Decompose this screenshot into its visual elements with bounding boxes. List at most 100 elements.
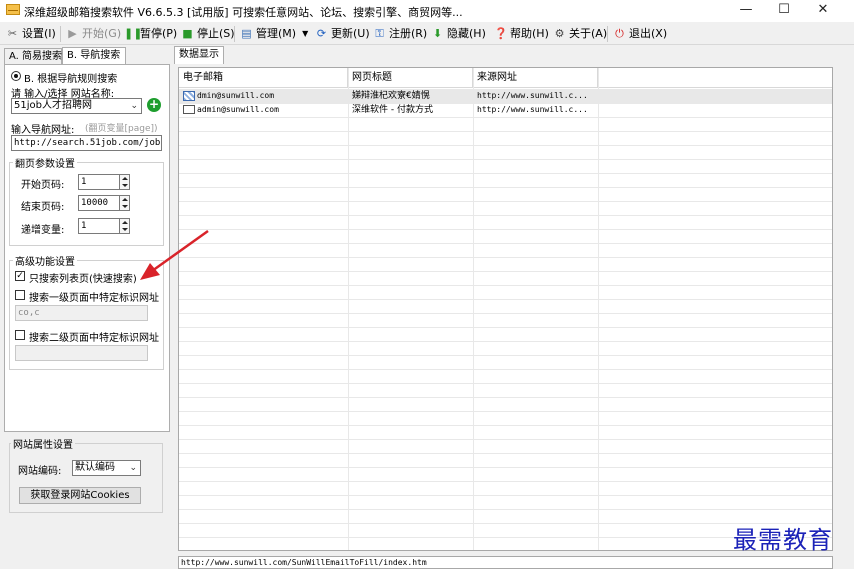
- toolbar-separator: [60, 26, 61, 42]
- row-divider: [179, 117, 832, 118]
- row-divider: [179, 439, 832, 440]
- level1-checkbox[interactable]: [15, 290, 25, 300]
- wrench-icon: ✂: [7, 27, 18, 40]
- toolbar: ✂ 设置(I) ▶ 开始(G) ❚❚ 暂停(P) ■ 停止(S) ▤ 管理(M) ▼ ⟳ 更…: [0, 22, 854, 45]
- level2-label: 搜索二级页面中特定标识网址: [29, 333, 159, 344]
- row-divider: [179, 257, 832, 258]
- advanced-group-title: 高级功能设置: [13, 253, 77, 268]
- stop-icon: ■: [182, 27, 193, 40]
- help-icon: ❓: [494, 27, 508, 40]
- nav-url-input[interactable]: http://search.51job.com/jobse: [11, 135, 162, 151]
- refresh-icon: ⟳: [316, 27, 327, 40]
- tab-data-display[interactable]: 数据显示: [174, 46, 224, 64]
- level2-input[interactable]: [15, 345, 148, 361]
- row-divider: [179, 131, 832, 132]
- play-icon: ▶: [68, 27, 77, 40]
- site-name-select[interactable]: 51job人才招聘网 ⌄: [11, 98, 142, 114]
- maximize-button[interactable]: ☐: [766, 0, 802, 22]
- close-button[interactable]: ✕: [805, 0, 841, 22]
- row-divider: [179, 173, 832, 174]
- title-cell: 娣辩淮杞欢寮€婧愰: [352, 91, 430, 101]
- tab-simple-search[interactable]: A. 简易搜索: [4, 48, 62, 65]
- row-divider: [179, 243, 832, 244]
- about-button[interactable]: ⚙ 关于(A): [553, 25, 608, 42]
- row-divider: [179, 327, 832, 328]
- site-props-group-title: 网站属性设置: [11, 436, 75, 451]
- email-cell: admin@sunwill.com: [179, 103, 348, 117]
- row-divider: [179, 145, 832, 146]
- increment-label: 递增变量:: [21, 225, 65, 236]
- list-only-checkbox[interactable]: ✓: [15, 271, 25, 281]
- minimize-button[interactable]: —: [728, 0, 764, 22]
- row-divider: [179, 411, 832, 412]
- paging-group-title: 翻页参数设置: [13, 155, 77, 170]
- nav-url-hint: (翻页变量[page]): [85, 124, 158, 134]
- title-cell: 深维软件 - 付款方式: [352, 105, 433, 115]
- start-page-label: 开始页码:: [21, 180, 65, 191]
- column-header-email[interactable]: 电子邮箱: [179, 68, 348, 88]
- row-divider: [179, 355, 832, 356]
- watermark-text: 最需教育: [733, 526, 833, 554]
- dropdown-arrow-icon: ▼: [302, 29, 309, 38]
- exit-icon: ⏻: [615, 27, 624, 40]
- start-button[interactable]: ▶ 开始(G): [66, 25, 121, 42]
- toolbar-separator: [607, 26, 608, 42]
- table-row[interactable]: admin@sunwill.com 深维软件 - 付款方式 http://www…: [179, 103, 832, 117]
- end-page-label: 结束页码:: [21, 202, 65, 213]
- manage-button[interactable]: ▤ 管理(M) ▼: [240, 25, 308, 42]
- hide-button[interactable]: ⬇ 隐藏(H): [431, 25, 486, 42]
- row-divider: [179, 285, 832, 286]
- list-only-label: 只搜索列表页(快速搜索): [29, 274, 137, 285]
- update-button[interactable]: ⟳ 更新(U): [315, 25, 370, 42]
- exit-button[interactable]: ⏻ 退出(X): [613, 25, 667, 42]
- gear-icon: ⚙: [554, 27, 565, 40]
- mail-icon: [183, 105, 195, 114]
- row-divider: [179, 495, 832, 496]
- arrow-shaft: [151, 229, 209, 273]
- pause-button[interactable]: ❚❚ 暂停(P): [124, 25, 177, 42]
- email-cell: dmin@sunwill.com: [179, 89, 348, 103]
- document-icon: ▤: [241, 27, 252, 40]
- register-button[interactable]: ⚿ 注册(R): [373, 25, 427, 42]
- row-divider: [179, 509, 832, 510]
- row-divider: [179, 383, 832, 384]
- selected-mail-icon: [183, 90, 195, 101]
- title-bar: 深维超级邮箱搜索软件 V6.6.5.3 [试用版] 可搜索任意网站、论坛、搜索引…: [0, 0, 854, 22]
- table-row[interactable]: dmin@sunwill.com 娣辩淮杞欢寮€婧愰 http://www.su…: [179, 89, 832, 103]
- end-page-stepper[interactable]: [119, 195, 130, 211]
- url-cell: http://www.sunwill.c...: [477, 105, 588, 114]
- level1-input[interactable]: co,c: [15, 305, 148, 321]
- toolbar-separator: [234, 26, 235, 42]
- level1-label: 搜索一级页面中特定标识网址: [29, 293, 159, 304]
- row-divider: [179, 397, 832, 398]
- row-divider: [179, 229, 832, 230]
- start-page-stepper[interactable]: [119, 174, 130, 190]
- column-header-url[interactable]: 来源网址: [473, 68, 598, 88]
- row-divider: [179, 159, 832, 160]
- row-divider: [179, 369, 832, 370]
- get-cookies-button[interactable]: 获取登录网站Cookies: [19, 487, 141, 504]
- app-icon: [6, 4, 20, 15]
- column-divider: [348, 68, 349, 550]
- settings-button[interactable]: ✂ 设置(I): [6, 25, 56, 42]
- encoding-select[interactable]: 默认编码 ⌄: [72, 460, 141, 476]
- tab-nav-search[interactable]: B. 导航搜索: [62, 47, 126, 65]
- help-button[interactable]: ❓ 帮助(H): [494, 25, 549, 42]
- row-divider: [179, 467, 832, 468]
- row-divider: [179, 453, 832, 454]
- increment-stepper[interactable]: [119, 218, 130, 234]
- chevron-down-icon: ⌄: [129, 463, 137, 473]
- add-site-icon[interactable]: +: [147, 98, 161, 112]
- encoding-label: 网站编码:: [18, 466, 62, 477]
- stop-button[interactable]: ■ 停止(S): [181, 25, 234, 42]
- nav-rule-radio[interactable]: [11, 71, 21, 81]
- chevron-down-icon: ⌄: [130, 101, 138, 111]
- row-divider: [179, 271, 832, 272]
- status-url-field[interactable]: http://www.sunwill.com/SunWillEmailToFil…: [178, 556, 833, 569]
- table-header: 电子邮箱 网页标题 来源网址: [179, 68, 832, 88]
- results-table: 电子邮箱 网页标题 来源网址 dmin@sunwill.com 娣辩淮杞欢寮€婧…: [178, 67, 833, 551]
- level2-checkbox[interactable]: [15, 330, 25, 340]
- column-header-title[interactable]: 网页标题: [348, 68, 473, 88]
- nav-rule-label: B. 根据导航规则搜索: [24, 74, 118, 85]
- url-cell: http://www.sunwill.c...: [477, 91, 588, 100]
